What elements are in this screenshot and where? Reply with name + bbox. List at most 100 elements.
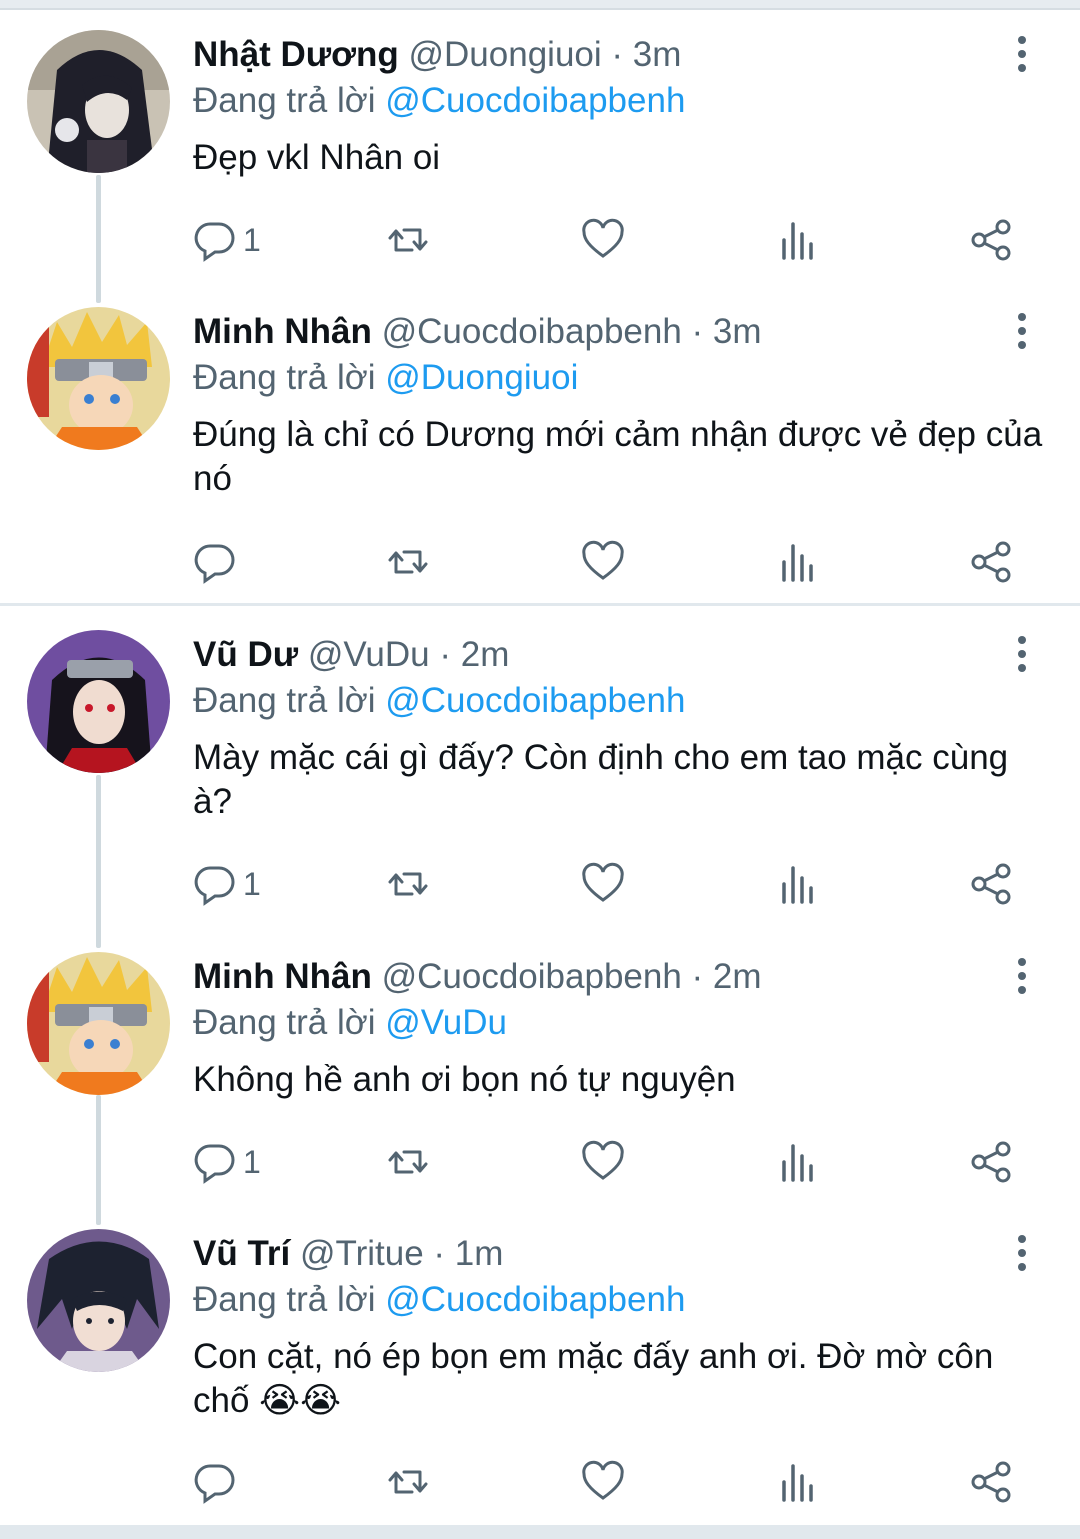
mention-link[interactable]: @VuDu	[385, 1003, 507, 1042]
views-button[interactable]	[776, 537, 820, 587]
display-name[interactable]: Minh Nhân	[193, 957, 372, 996]
replying-to-label: Đang trả lời	[193, 81, 376, 120]
reply-icon	[194, 222, 235, 262]
tweet-header: Nhật Dương @Duongiuoi · 3m	[193, 30, 681, 80]
share-button[interactable]	[969, 1137, 1013, 1187]
action-bar	[193, 1457, 1033, 1507]
display-name[interactable]: Nhật Dương	[193, 35, 399, 74]
retweet-icon	[388, 1150, 428, 1174]
tweet-text: Đẹp vkl Nhân oi	[193, 138, 441, 177]
tweet-header: Vũ Dư @VuDu · 2m	[193, 630, 509, 680]
reply-button[interactable]	[193, 1457, 243, 1507]
mention-link[interactable]: @Cuocdoibapbenh	[385, 681, 685, 720]
share-icon	[971, 863, 1011, 905]
tweet[interactable]: Nhật Dương @Duongiuoi · 3m Đang trả lời …	[0, 30, 1080, 280]
action-bar: 1	[193, 215, 1033, 265]
conversation-divider	[0, 603, 1080, 606]
replying-to: Đang trả lời @Duongiuoi	[193, 353, 578, 403]
tweet-header: Minh Nhân @Cuocdoibapbenh · 2m	[193, 952, 762, 1002]
share-button[interactable]	[969, 537, 1013, 587]
reply-count: 1	[243, 1143, 261, 1180]
reply-count: 1	[243, 865, 261, 902]
crying-emoji: 😭😭	[259, 1381, 341, 1420]
replying-to-label: Đang trả lời	[193, 681, 376, 720]
tweet-text-container: Con cặt, nó ép bọn em mặc đấy anh ơi. Đờ…	[193, 1335, 1013, 1423]
avatar[interactable]	[27, 952, 170, 1095]
retweet-button[interactable]	[386, 537, 430, 587]
tweet-text: Đúng là chỉ có Dương mới cảm nhận được v…	[193, 415, 1043, 498]
avatar[interactable]	[27, 307, 170, 450]
timestamp[interactable]: · 2m	[692, 957, 762, 996]
bottom-divider	[0, 1525, 1080, 1539]
timestamp[interactable]: · 3m	[611, 35, 681, 74]
views-icon	[782, 222, 813, 260]
like-button[interactable]	[581, 537, 625, 587]
action-bar: 1	[193, 859, 1033, 909]
tweet[interactable]: Vũ Trí @Tritue · 1m Đang trả lời @Cuocdo…	[0, 1229, 1080, 1519]
replying-to-label: Đang trả lời	[193, 358, 376, 397]
timestamp[interactable]: · 1m	[433, 1234, 503, 1273]
reply-button[interactable]	[193, 537, 243, 587]
user-handle[interactable]: @Cuocdoibapbenh	[382, 312, 682, 351]
share-button[interactable]	[969, 1457, 1013, 1507]
replying-to: Đang trả lời @VuDu	[193, 998, 507, 1048]
timestamp[interactable]: · 3m	[692, 312, 762, 351]
replying-to: Đang trả lời @Cuocdoibapbenh	[193, 1275, 685, 1325]
reply-button[interactable]: 1	[193, 1137, 261, 1187]
more-icon[interactable]	[1010, 958, 1034, 998]
tweet[interactable]: Minh Nhân @Cuocdoibapbenh · 3m Đang trả …	[0, 307, 1080, 597]
share-button[interactable]	[969, 215, 1013, 265]
avatar[interactable]	[27, 630, 170, 773]
views-button[interactable]	[776, 859, 820, 909]
tweet[interactable]: Vũ Dư @VuDu · 2m Đang trả lời @Cuocdoiba…	[0, 630, 1080, 920]
tweet[interactable]: Minh Nhân @Cuocdoibapbenh · 2m Đang trả …	[0, 952, 1080, 1192]
avatar[interactable]	[27, 30, 170, 173]
like-button[interactable]	[581, 859, 625, 909]
share-button[interactable]	[969, 859, 1013, 909]
retweet-button[interactable]	[386, 1137, 430, 1187]
views-button[interactable]	[776, 1457, 820, 1507]
display-name[interactable]: Vũ Trí	[193, 1234, 290, 1273]
retweet-button[interactable]	[386, 859, 430, 909]
like-icon	[582, 1140, 624, 1180]
user-handle[interactable]: @Cuocdoibapbenh	[382, 957, 682, 996]
user-handle[interactable]: @Tritue	[300, 1234, 424, 1273]
timestamp[interactable]: · 2m	[439, 635, 509, 674]
display-name[interactable]: Vũ Dư	[193, 635, 298, 674]
user-handle[interactable]: @VuDu	[308, 635, 430, 674]
action-bar	[193, 537, 1033, 587]
anime-girl-avatar-image	[27, 30, 170, 173]
user-handle[interactable]: @Duongiuoi	[409, 35, 602, 74]
mention-link[interactable]: @Cuocdoibapbenh	[385, 81, 685, 120]
more-icon[interactable]	[1010, 636, 1034, 676]
naruto-avatar-image	[27, 952, 170, 1095]
top-border	[0, 0, 1080, 8]
share-icon	[971, 1461, 1011, 1503]
reply-icon	[194, 544, 235, 584]
like-button[interactable]	[581, 1137, 625, 1187]
retweet-button[interactable]	[386, 1457, 430, 1507]
more-icon[interactable]	[1010, 313, 1034, 353]
like-button[interactable]	[581, 215, 625, 265]
views-button[interactable]	[776, 215, 820, 265]
display-name[interactable]: Minh Nhân	[193, 312, 372, 351]
views-icon	[782, 866, 813, 904]
reply-icon	[194, 1464, 235, 1504]
mention-link[interactable]: @Cuocdoibapbenh	[385, 1280, 685, 1319]
action-bar: 1	[193, 1137, 1033, 1187]
mention-link[interactable]: @Duongiuoi	[385, 358, 578, 397]
retweet-button[interactable]	[386, 215, 430, 265]
reply-button[interactable]: 1	[193, 859, 261, 909]
reply-button[interactable]: 1	[193, 215, 261, 265]
views-button[interactable]	[776, 1137, 820, 1187]
like-icon	[582, 862, 624, 902]
replying-to-label: Đang trả lời	[193, 1003, 376, 1042]
retweet-icon	[388, 228, 428, 252]
like-button[interactable]	[581, 1457, 625, 1507]
more-icon[interactable]	[1010, 36, 1034, 76]
tweet-header: Vũ Trí @Tritue · 1m	[193, 1229, 503, 1279]
reply-icon	[194, 1144, 235, 1184]
views-icon	[782, 544, 813, 582]
more-icon[interactable]	[1010, 1235, 1034, 1275]
avatar[interactable]	[27, 1229, 170, 1372]
